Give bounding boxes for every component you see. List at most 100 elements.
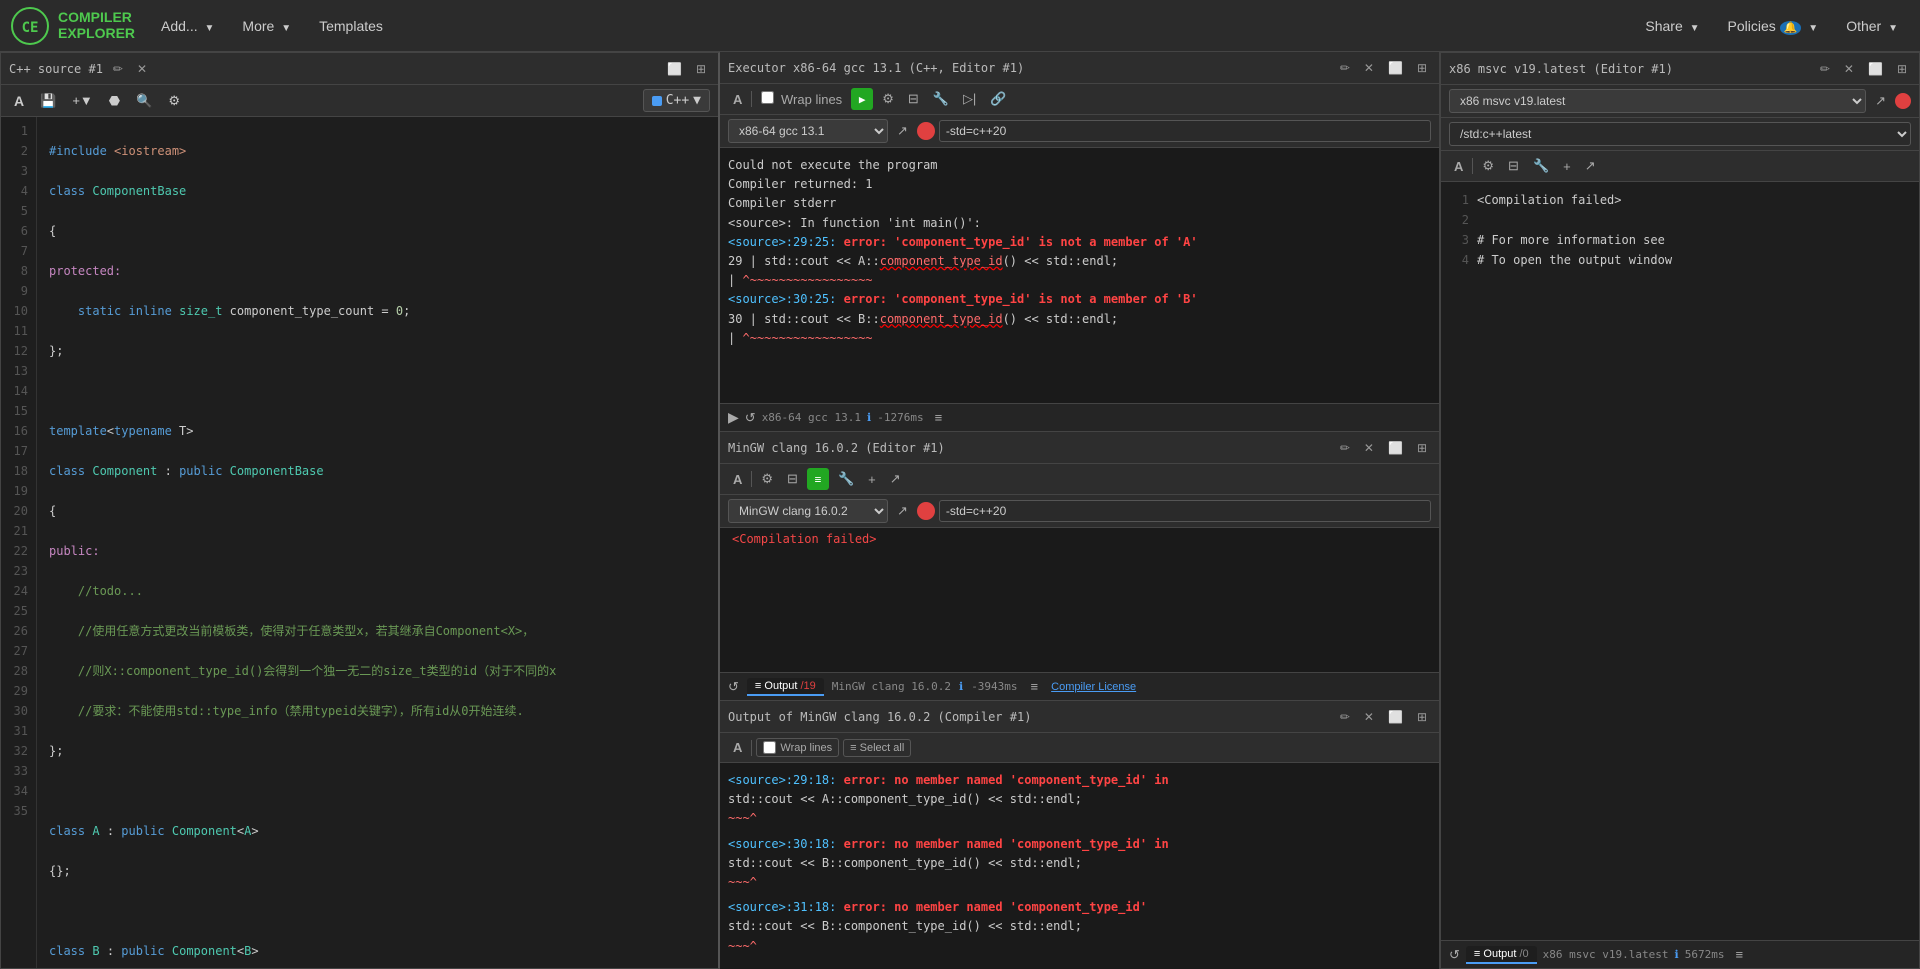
output-max-icon[interactable]: ⬜ [1384,708,1407,726]
mingw-toolbar: A ⚙ ⊟ ≡ 🔧 + ↗ [720,464,1439,495]
executor-log-icon[interactable]: ≡ [930,407,948,428]
output-err1-code: std::cout << A::component_type_id() << s… [728,790,1431,809]
wrap-lines-button[interactable]: Wrap lines [756,738,839,757]
executor-run-icon[interactable]: ▶ [851,88,873,110]
mingw-filter-icon[interactable]: ⊟ [782,468,803,490]
policies-button[interactable]: Policies 🔔 ▼ [1716,12,1831,40]
mingw-edit-icon[interactable]: ✏ [1336,439,1354,457]
mingw-external-link[interactable]: ↗ [892,500,913,522]
mingw-close-icon[interactable]: ✕ [1360,439,1378,457]
source-newwindow-icon[interactable]: ⊞ [692,60,710,78]
executor-stdin-icon[interactable]: ▷| [958,88,981,110]
source-tab[interactable]: C++ source #1 [9,62,103,76]
mingw-panel: MinGW clang 16.0.2 (Editor #1) ✏ ✕ ⬜ ⊞ A… [720,432,1439,701]
executor-compiler-select[interactable]: x86-64 gcc 13.1 [728,119,888,143]
executor-settings-icon[interactable]: ⚙ [877,88,899,110]
output-close-icon[interactable]: ✕ [1360,708,1378,726]
mingw-log-icon[interactable]: ≡ [1026,676,1044,697]
msvc-max-icon[interactable]: ⬜ [1864,60,1887,78]
search-button[interactable]: 🔍 [131,90,157,112]
source-maximize-icon[interactable]: ⬜ [663,60,686,78]
mingw-compiler-select[interactable]: MinGW clang 16.0.2 [728,499,888,523]
mingw-font-btn[interactable]: A [728,469,747,490]
mingw-license-button[interactable]: Compiler License [1051,681,1136,693]
templates-button[interactable]: Templates [307,12,395,40]
language-selector[interactable]: C++ ▼ [643,89,710,112]
mingw-output-icon[interactable]: ≡ [807,468,829,490]
executor-max-icon[interactable]: ⬜ [1384,59,1407,77]
add-menu-button[interactable]: Add... ▼ [149,12,226,40]
executor-filter-icon[interactable]: ⊟ [903,88,924,110]
msvc-edit-icon[interactable]: ✏ [1816,60,1834,78]
editor-toolbar: A 💾 +▼ ⬣ 🔍 ⚙ C++ ▼ [1,85,718,117]
mingw-max-icon[interactable]: ⬜ [1384,439,1407,457]
executor-refresh-button[interactable]: ↺ [745,410,756,426]
output-window-icon[interactable]: ⊞ [1413,708,1431,726]
mingw-gear2-icon[interactable]: 🔧 [833,468,859,490]
svg-text:CE: CE [22,20,39,36]
msvc-log-icon[interactable]: ≡ [1730,944,1748,965]
executor-edit-icon[interactable]: ✏ [1336,59,1354,77]
msvc-link-icon[interactable]: ↗ [1580,155,1601,177]
msvc-compiler-select[interactable]: x86 msvc v19.latest [1449,89,1866,113]
msvc-bottom-bar: ↺ ≡ Output /0 x86 msvc v19.latest ℹ 5672… [1441,940,1919,968]
output-panel-header: Output of MinGW clang 16.0.2 (Compiler #… [720,701,1439,733]
mingw-settings-icon[interactable]: ⚙ [756,468,778,490]
source-close-icon[interactable]: ✕ [133,60,151,78]
mingw-bottom-bar: ↺ ≡ Output /19 MinGW clang 16.0.2 ℹ -394… [720,672,1439,700]
more-menu-button[interactable]: More ▼ [230,12,303,40]
msvc-close-icon[interactable]: ✕ [1840,60,1858,78]
output-content: <source>:29:18: error: no member named '… [720,763,1439,969]
msvc-font-btn[interactable]: A [1449,156,1468,177]
code-area[interactable]: 12345 678910 1112131415 1617181920 21222… [1,117,718,968]
msvc-toolbar: A ⚙ ⊟ 🔧 + ↗ [1441,151,1919,182]
wrap-lines-checkbox[interactable] [761,91,774,104]
other-button[interactable]: Other ▼ [1834,12,1910,40]
format-button[interactable]: ⬣ [104,90,125,112]
add-button[interactable]: +▼ [67,90,97,111]
output-font-btn[interactable]: A [728,737,747,758]
msvc-std-select[interactable]: /std:c++latest [1449,122,1911,146]
executor-flags-input[interactable] [939,120,1431,142]
msvc-sep [1472,158,1473,174]
wrap-lines-toggle[interactable]: Wrap lines [756,88,847,110]
executor-time: -1276ms [877,411,923,424]
select-all-button[interactable]: ≡ Select all [843,739,911,757]
msvc-refresh-button[interactable]: ↺ [1449,947,1460,963]
executor-play-button[interactable]: ▶ [728,409,739,426]
share-arrow-icon: ▼ [1690,23,1700,34]
msvc-external-link[interactable]: ↗ [1870,90,1891,112]
executor-output-line3: Compiler stderr [728,194,1431,213]
executor-font-btn[interactable]: A [728,89,747,110]
msvc-gear2-icon[interactable]: 🔧 [1528,155,1554,177]
msvc-add-icon[interactable]: + [1558,156,1576,177]
mingw-flags-input[interactable] [939,500,1431,522]
mingw-output-tab[interactable]: ≡ Output /19 [747,678,824,696]
wrap-lines-checkbox-2[interactable] [763,741,776,754]
msvc-settings-icon[interactable]: ⚙ [1477,155,1499,177]
font-size-button[interactable]: A [9,90,29,112]
executor-window-icon[interactable]: ⊞ [1413,59,1431,77]
executor-bottom-bar: ▶ ↺ x86-64 gcc 13.1 ℹ -1276ms ≡ [720,403,1439,431]
msvc-std-row: /std:c++latest [1441,118,1919,151]
mingw-add-icon[interactable]: + [863,469,881,490]
save-button[interactable]: 💾 [35,90,61,112]
output-edit-icon[interactable]: ✏ [1336,708,1354,726]
settings-button[interactable]: ⚙ [163,90,185,112]
executor-external-link[interactable]: ↗ [892,120,913,142]
msvc-filter-icon[interactable]: ⊟ [1503,155,1524,177]
executor-err1-msg: error: 'component_type_id' is not a memb… [836,235,1197,249]
executor-link-icon[interactable]: 🔗 [985,88,1011,110]
executor-err2-msg: error: 'component_type_id' is not a memb… [836,292,1197,306]
msvc-stop-button[interactable] [1895,93,1911,109]
mingw-link-icon[interactable]: ↗ [885,468,906,490]
mingw-refresh-button[interactable]: ↺ [728,679,739,695]
mingw-window-icon[interactable]: ⊞ [1413,439,1431,457]
msvc-window-icon[interactable]: ⊞ [1893,60,1911,78]
executor-gear2-icon[interactable]: 🔧 [928,88,954,110]
msvc-output-tab[interactable]: ≡ Output /0 [1466,946,1537,964]
code-content[interactable]: #include <iostream> class ComponentBase … [37,117,718,968]
share-button[interactable]: Share ▼ [1633,12,1711,40]
executor-close-icon[interactable]: ✕ [1360,59,1378,77]
source-edit-icon[interactable]: ✏ [109,60,127,78]
